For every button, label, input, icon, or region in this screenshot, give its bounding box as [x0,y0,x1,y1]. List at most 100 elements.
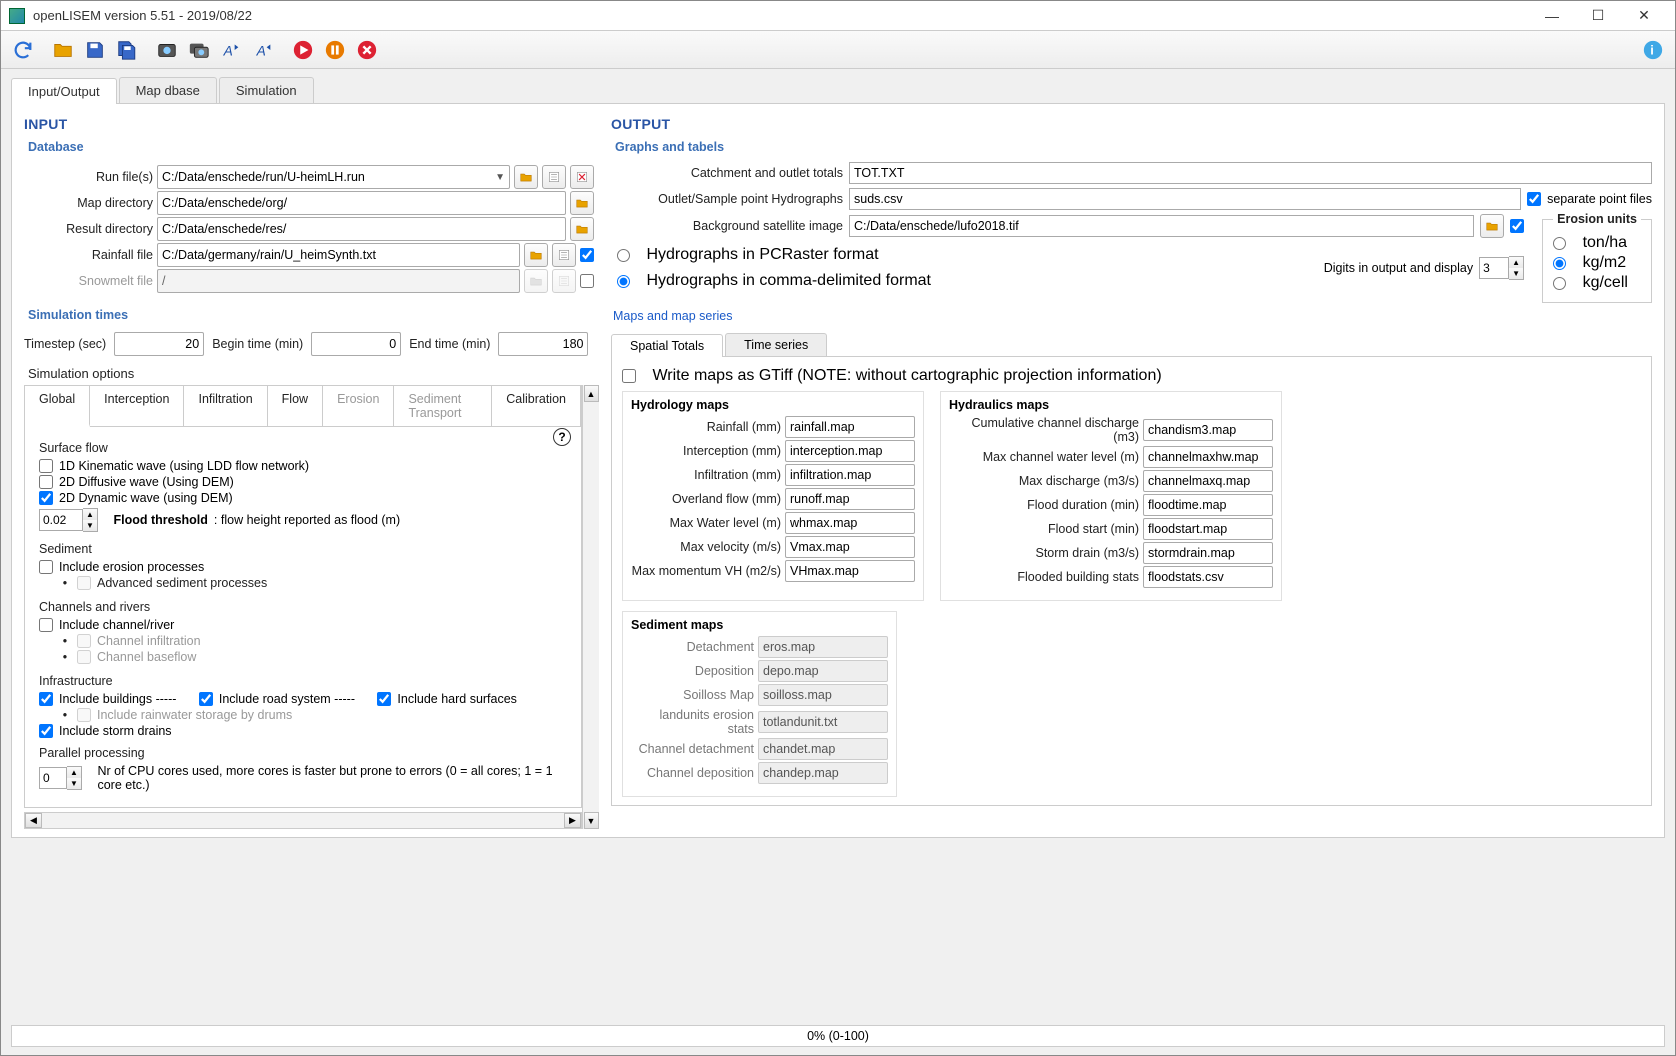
screenshot-icon[interactable] [153,36,181,64]
map-input[interactable] [1143,518,1273,540]
runfiles-remove-button[interactable] [570,165,594,189]
map-input[interactable] [1143,470,1273,492]
map-input[interactable] [785,536,915,558]
rainfall-label: Rainfall file [29,248,153,262]
kgm2-label: kg/m2 [1583,254,1627,272]
help-icon[interactable]: ? [553,428,571,446]
map-input[interactable] [785,464,915,486]
scroll-left-icon[interactable]: ◀ [25,813,42,828]
diffusive-checkbox[interactable] [39,475,53,489]
open-icon[interactable] [49,36,77,64]
screenshot-multi-icon[interactable] [185,36,213,64]
save-as-icon[interactable] [113,36,141,64]
optab-interception[interactable]: Interception [90,386,184,426]
tab-input-output[interactable]: Input/Output [11,78,117,104]
bg-checkbox[interactable] [1510,219,1524,233]
run-icon[interactable] [289,36,317,64]
spin-up-icon[interactable]: ▲ [1509,257,1523,268]
cores-spinner[interactable]: ▲▼ [39,766,82,790]
map-input[interactable] [785,416,915,438]
optab-global[interactable]: Global [25,386,90,427]
roads-checkbox[interactable] [199,692,213,706]
stop-icon[interactable] [353,36,381,64]
seppoints-checkbox[interactable] [1527,192,1541,206]
hscrollbar[interactable]: ◀ ▶ [24,812,582,829]
bg-browse-button[interactable] [1480,214,1504,238]
runfiles-list-button[interactable] [542,165,566,189]
runfiles-combo[interactable]: C:/Data/enschede/run/U-heimLH.run▼ [157,165,510,189]
font-reset-icon[interactable]: A [217,36,245,64]
flood-threshold-spinner[interactable]: ▲▼ [39,508,98,532]
vscrollbar[interactable]: ▲ ▼ [582,385,599,829]
outlet-input[interactable] [849,188,1521,210]
optab-calibration[interactable]: Calibration [492,386,581,426]
maps-series-link[interactable]: Maps and map series [613,309,1652,323]
digits-spinner[interactable]: ▲▼ [1479,256,1524,280]
resultdir-input[interactable] [157,217,566,241]
spin-up-icon[interactable]: ▲ [83,509,97,520]
endtime-input[interactable] [498,332,588,356]
gtiff-checkbox[interactable] [622,369,636,383]
tab-map-dbase[interactable]: Map dbase [119,77,217,103]
optab-infiltration[interactable]: Infiltration [184,386,267,426]
flood-threshold-value[interactable] [39,509,83,531]
rainfall-checkbox[interactable] [580,248,594,262]
buildings-checkbox[interactable] [39,692,53,706]
cores-value[interactable] [39,767,67,789]
refresh-icon[interactable] [9,36,37,64]
scroll-right-icon[interactable]: ▶ [564,813,581,828]
tab-spatial-totals[interactable]: Spatial Totals [611,334,723,357]
kinematic-checkbox[interactable] [39,459,53,473]
timestep-input[interactable] [114,332,204,356]
mapdir-input[interactable] [157,191,566,215]
mapdir-browse-button[interactable] [570,191,594,215]
tonha-radio[interactable] [1553,237,1566,250]
catch-input[interactable] [849,162,1652,184]
spin-down-icon[interactable]: ▼ [67,778,81,789]
optab-flow[interactable]: Flow [268,386,323,426]
bg-input[interactable] [849,215,1474,237]
csv-radio[interactable] [617,275,630,288]
spin-up-icon[interactable]: ▲ [67,767,81,778]
pause-icon[interactable] [321,36,349,64]
snowmelt-checkbox[interactable] [580,274,594,288]
pcraster-radio[interactable] [617,249,630,262]
minimize-button[interactable]: — [1529,1,1575,30]
erosion-checkbox[interactable] [39,560,53,574]
scroll-down-icon[interactable]: ▼ [584,812,599,829]
map-input[interactable] [1143,566,1273,588]
spin-down-icon[interactable]: ▼ [83,520,97,531]
storm-checkbox[interactable] [39,724,53,738]
spin-down-icon[interactable]: ▼ [1509,268,1523,279]
rainfall-browse-button[interactable] [524,243,548,267]
map-input[interactable] [1143,542,1273,564]
rainfall-input[interactable] [157,243,520,267]
tab-simulation[interactable]: Simulation [219,77,314,103]
hard-checkbox[interactable] [377,692,391,706]
close-button[interactable]: ✕ [1621,1,1667,30]
digits-value[interactable] [1479,257,1509,279]
font-small-icon[interactable]: A [249,36,277,64]
maximize-button[interactable]: ☐ [1575,1,1621,30]
kgm2-radio[interactable] [1553,257,1566,270]
scroll-up-icon[interactable]: ▲ [584,385,599,402]
map-input[interactable] [1143,419,1273,441]
rainfall-list-button[interactable] [552,243,576,267]
map-input[interactable] [785,560,915,582]
info-icon[interactable]: i [1639,36,1667,64]
dynamic-checkbox[interactable] [39,491,53,505]
resultdir-browse-button[interactable] [570,217,594,241]
channel-checkbox[interactable] [39,618,53,632]
csv-label: Hydrographs in comma-delimited format [646,272,931,290]
map-input[interactable] [785,512,915,534]
map-row: Max Water level (m) [631,512,915,534]
runfiles-browse-button[interactable] [514,165,538,189]
save-icon[interactable] [81,36,109,64]
map-input[interactable] [785,440,915,462]
kgcell-radio[interactable] [1553,277,1566,290]
map-input[interactable] [1143,494,1273,516]
map-input[interactable] [785,488,915,510]
tab-time-series[interactable]: Time series [725,333,827,356]
begintime-input[interactable] [311,332,401,356]
map-input[interactable] [1143,446,1273,468]
